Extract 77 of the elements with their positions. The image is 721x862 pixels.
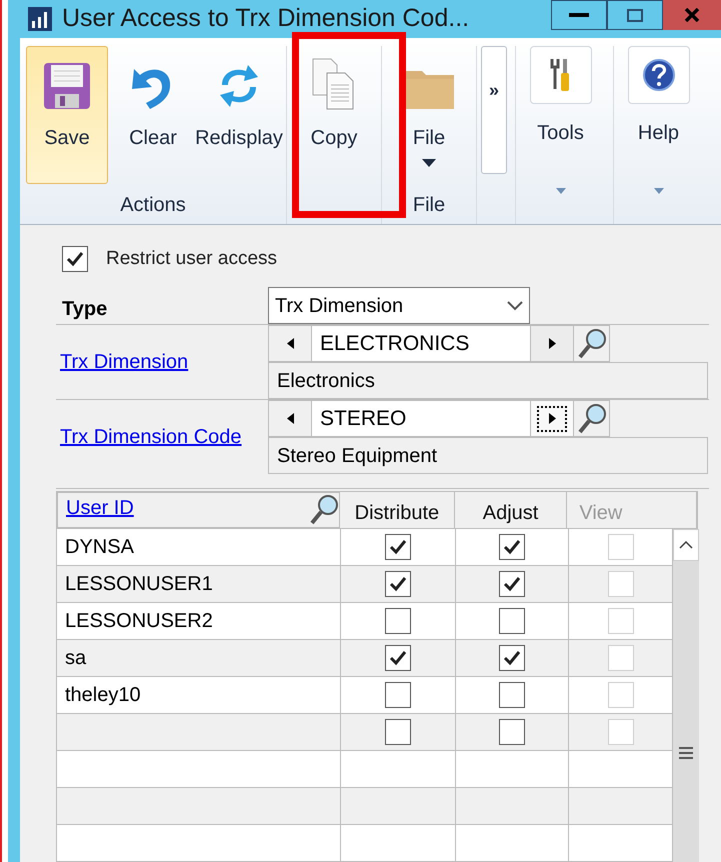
maximize-button[interactable]	[607, 0, 663, 30]
checkmark-icon	[389, 539, 407, 555]
next-button[interactable]	[530, 400, 574, 437]
field-link[interactable]: Trx Dimension	[60, 347, 188, 377]
search-icon	[309, 494, 340, 526]
table-cell: theley10	[57, 677, 341, 713]
column-header[interactable]: Distribute	[340, 492, 455, 528]
chevron-up-icon	[679, 541, 693, 549]
table-row[interactable]: sa	[57, 640, 673, 677]
previous-button[interactable]	[268, 400, 312, 437]
scrollbar[interactable]	[673, 529, 699, 862]
checkmark-icon	[389, 576, 407, 592]
description-field: Stereo Equipment	[268, 437, 708, 474]
search-icon	[576, 328, 606, 360]
left-arrow-icon	[286, 338, 294, 349]
column-header[interactable]: User ID	[57, 492, 340, 528]
right-arrow-icon	[548, 413, 556, 424]
table-checkbox[interactable]	[499, 571, 525, 597]
table-checkbox[interactable]	[499, 645, 525, 671]
table-checkbox[interactable]	[385, 719, 411, 745]
description-field: Electronics	[268, 362, 708, 399]
caret-icon	[422, 158, 436, 166]
caret-icon	[654, 188, 664, 194]
save-button[interactable]: Save	[26, 46, 108, 184]
table-cell: DYNSA	[57, 529, 341, 565]
grip-icon	[679, 747, 693, 759]
column-header[interactable]: Adjust	[454, 492, 568, 528]
table-checkbox[interactable]	[385, 682, 411, 708]
table-row[interactable]: DYNSA	[57, 529, 673, 566]
table-row[interactable]: LESSONUSER2	[57, 603, 673, 640]
lookup-button[interactable]	[574, 325, 610, 362]
bar-chart-icon	[28, 6, 52, 31]
more-button[interactable]: »	[481, 46, 507, 174]
minimize-button[interactable]	[551, 0, 607, 30]
table-cell: sa	[57, 640, 341, 676]
right-arrow-icon	[548, 338, 556, 349]
checkmark-icon	[503, 576, 521, 592]
table-checkbox[interactable]	[385, 608, 411, 634]
checkmark-icon	[503, 539, 521, 555]
table-cell: LESSONUSER2	[57, 603, 341, 639]
type-label: Type	[61, 297, 108, 322]
checkmark-icon	[66, 250, 84, 267]
code-field[interactable]: ELECTRONICS	[312, 325, 530, 362]
close-button[interactable]	[663, 0, 721, 30]
column-link[interactable]: User ID	[66, 493, 134, 523]
checkmark-icon	[389, 650, 407, 666]
table-checkbox[interactable]	[499, 719, 525, 745]
table-row[interactable]: theley10	[57, 677, 673, 714]
table-cell: LESSONUSER1	[57, 566, 341, 602]
table-checkbox[interactable]	[385, 645, 411, 671]
clear-button[interactable]: Clear	[112, 46, 194, 184]
lookup-button[interactable]	[574, 400, 610, 437]
table-checkbox[interactable]	[385, 571, 411, 597]
previous-button[interactable]	[268, 325, 312, 362]
caret-icon	[556, 188, 566, 194]
left-arrow-icon	[286, 413, 294, 424]
group-label: Actions	[120, 192, 186, 218]
chevron-down-icon	[507, 300, 523, 310]
search-icon	[576, 402, 606, 434]
field-link[interactable]: Trx Dimension Code	[60, 422, 242, 452]
restrict-checkbox[interactable]	[62, 246, 88, 272]
next-button[interactable]	[530, 325, 574, 362]
table-row[interactable]: LESSONUSER1	[57, 566, 673, 603]
code-field[interactable]: STEREO	[312, 400, 530, 437]
checkmark-icon	[503, 650, 521, 666]
window-title: User Access to Trx Dimension Cod...	[62, 3, 470, 34]
file-button[interactable]: File	[388, 46, 470, 184]
copy-button[interactable]: Copy	[293, 46, 375, 184]
group-label: File	[412, 192, 446, 218]
close-icon	[684, 8, 700, 22]
help-icon	[642, 58, 676, 92]
checkbox-label: Restrict user access	[106, 246, 278, 270]
table-checkbox[interactable]	[499, 608, 525, 634]
type-dropdown[interactable]: Trx Dimension	[268, 287, 530, 324]
table-checkbox[interactable]	[499, 682, 525, 708]
table-checkbox[interactable]	[385, 534, 411, 560]
table-checkbox[interactable]	[499, 534, 525, 560]
